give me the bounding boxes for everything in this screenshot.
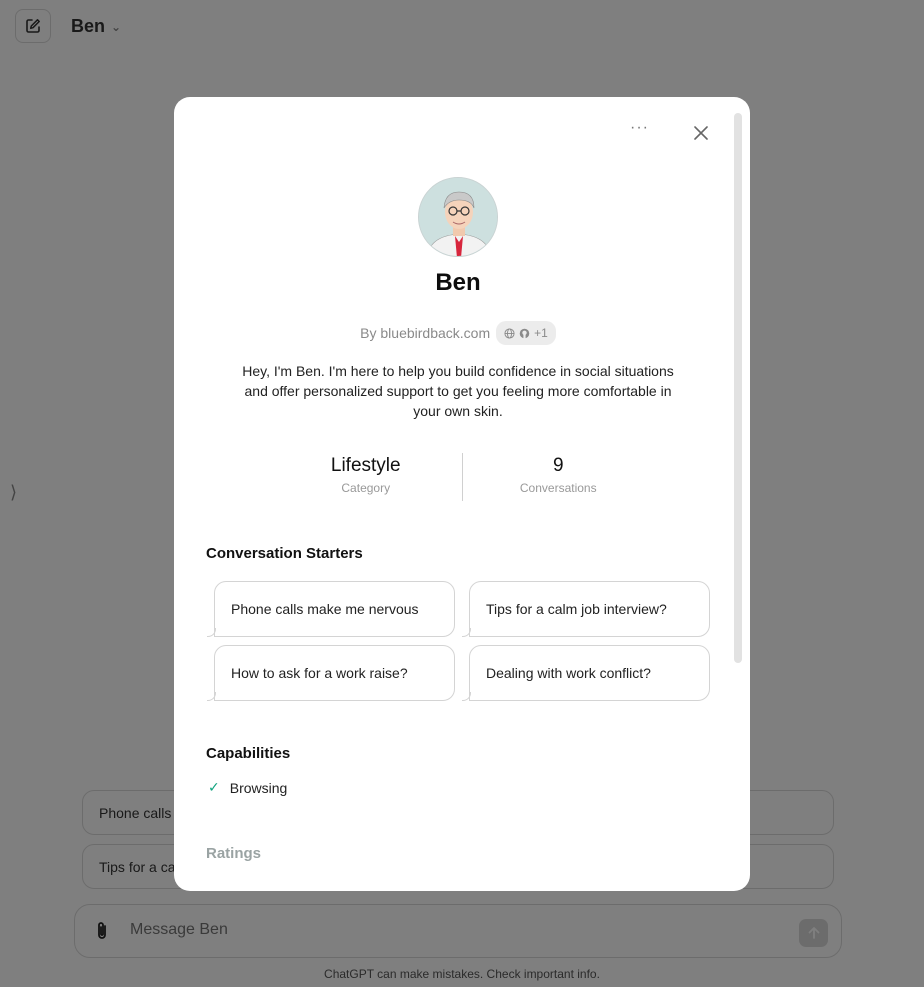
gpt-description: Hey, I'm Ben. I'm here to help you build… (242, 363, 674, 419)
gpt-stats: Lifestyle Category 9 Conversations (270, 453, 654, 501)
gpt-title: Ben (435, 269, 481, 296)
capability-item: ✓ Browsing (208, 779, 287, 796)
more-options-button[interactable]: ··· (630, 119, 649, 137)
starters-heading: Conversation Starters (206, 545, 363, 562)
stat-conversations: 9 Conversations (461, 453, 655, 501)
stat-label: Category (341, 481, 391, 495)
stat-value: 9 (552, 455, 564, 476)
gpt-avatar (418, 177, 498, 257)
starter-card[interactable]: Phone calls make me nervous (207, 581, 455, 637)
social-links-pill[interactable]: +1 (496, 321, 556, 345)
capability-label: Browsing (229, 779, 288, 796)
stat-value: Lifestyle (330, 455, 401, 476)
starters-grid: Phone calls make me nervous Tips for a c… (207, 581, 710, 701)
globe-icon (504, 327, 515, 339)
starter-card[interactable]: How to ask for a work raise? (207, 645, 455, 701)
stat-category: Lifestyle Category (270, 453, 462, 501)
ratings-heading: Ratings (206, 845, 262, 862)
author-link[interactable]: By bluebirdback.com (360, 325, 490, 341)
gpt-info-modal: ··· Ben By bluebirdback.com +1 Hey, I'm … (174, 97, 750, 891)
pill-extra-count: +1 (534, 326, 548, 340)
close-button[interactable] (692, 124, 710, 142)
starter-card[interactable]: Dealing with work conflict? (462, 645, 710, 701)
gpt-byline: By bluebirdback.com +1 (174, 321, 742, 345)
github-icon (519, 328, 530, 339)
scrollbar[interactable] (734, 113, 742, 663)
stat-label: Conversations (519, 481, 597, 495)
starter-card[interactable]: Tips for a calm job interview? (462, 581, 710, 637)
capabilities-heading: Capabilities (206, 745, 291, 762)
close-icon (694, 126, 708, 140)
check-icon: ✓ (208, 779, 220, 795)
